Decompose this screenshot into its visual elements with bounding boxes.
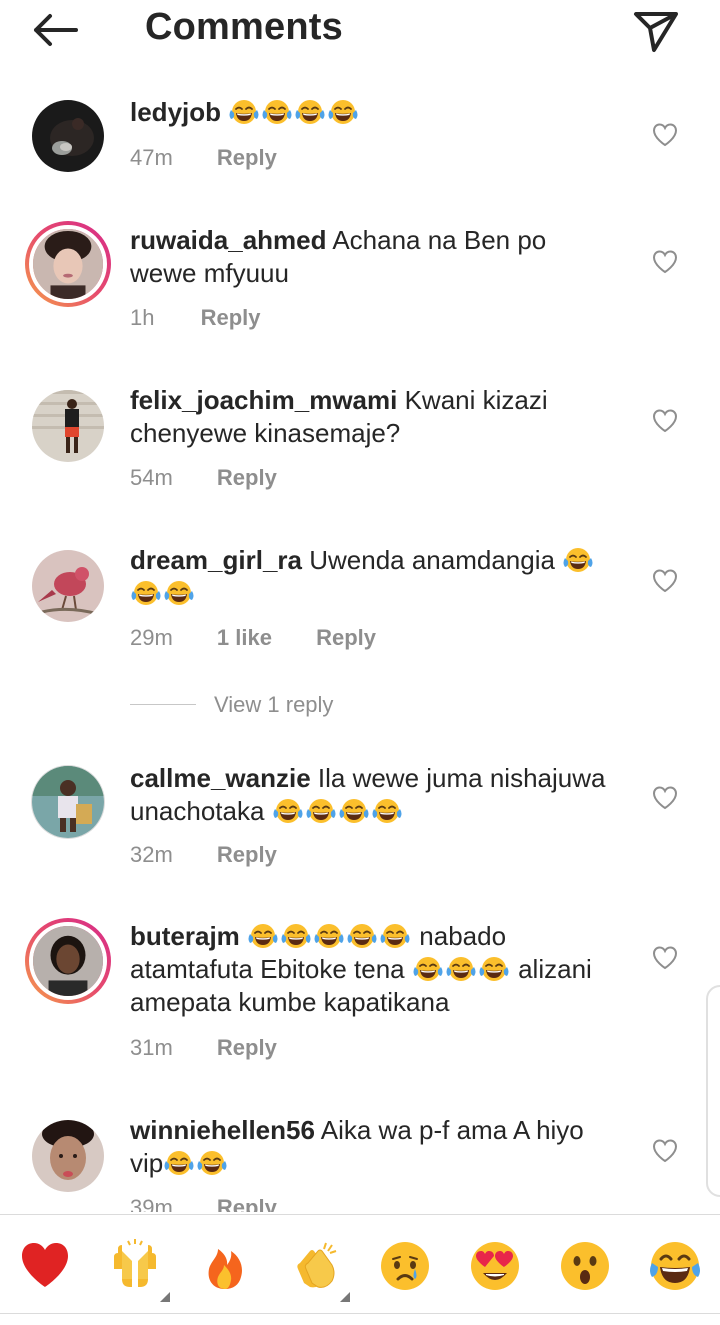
tears-of-joy-icon — [327, 98, 359, 126]
comment-meta: 1h Reply — [130, 303, 261, 333]
tears-of-joy-face-icon[interactable] — [648, 1239, 702, 1293]
tears-of-joy-icon — [294, 98, 326, 126]
avatar[interactable] — [32, 390, 104, 462]
reply-button[interactable]: Reply — [201, 303, 261, 333]
reply-button[interactable]: Reply — [217, 1033, 277, 1063]
comment-meta: 47m Reply — [130, 143, 277, 173]
tears-of-joy-icon — [338, 797, 370, 825]
skin-tone-indicator[interactable] — [340, 1292, 350, 1302]
comment-time: 31m — [130, 1035, 173, 1060]
avatar-with-story-ring[interactable] — [25, 918, 111, 1004]
laughing-emoji-group — [412, 954, 511, 984]
reply-button[interactable]: Reply — [217, 143, 277, 173]
comment-text: felix_joachim_mwami Kwani kizazi chenyew… — [130, 384, 610, 450]
tears-of-joy-icon — [478, 955, 510, 983]
divider-line — [130, 704, 196, 705]
skin-tone-indicator[interactable] — [160, 1292, 170, 1302]
tears-of-joy-icon — [305, 797, 337, 825]
laughing-emoji-group — [272, 796, 404, 826]
tears-of-joy-icon — [130, 579, 162, 607]
tears-of-joy-icon — [562, 546, 594, 574]
comment-time: 54m — [130, 465, 173, 490]
comment-text: dream_girl_ra Uwenda anamdangia — [130, 544, 610, 610]
comment-username[interactable]: felix_joachim_mwami — [130, 385, 397, 415]
reply-button[interactable]: Reply — [217, 463, 277, 493]
paper-plane-icon[interactable] — [630, 6, 682, 54]
tears-of-joy-icon — [412, 955, 444, 983]
like-heart-icon[interactable] — [652, 122, 678, 148]
crying-face-icon[interactable] — [378, 1239, 432, 1293]
tears-of-joy-icon — [247, 922, 279, 950]
reply-button[interactable]: Reply — [217, 1193, 277, 1212]
back-arrow-icon[interactable] — [26, 8, 86, 52]
comment-text: callme_wanzie Ila wewe juma nishajuwa un… — [130, 762, 610, 828]
reply-button[interactable]: Reply — [217, 840, 277, 870]
comment-meta: 29m 1 like Reply — [130, 623, 376, 653]
comment-text: winniehellen56 Aika wa p-f ama A hiyo vi… — [130, 1114, 610, 1180]
avatar-with-story-ring[interactable] — [25, 221, 111, 307]
like-heart-icon[interactable] — [652, 945, 678, 971]
tears-of-joy-icon — [313, 922, 345, 950]
like-heart-icon[interactable] — [652, 249, 678, 275]
tears-of-joy-icon — [346, 922, 378, 950]
top-bar: Comments — [0, 0, 720, 62]
comment-username[interactable]: ruwaida_ahmed — [130, 225, 327, 255]
page-title: Comments — [145, 6, 343, 48]
quick-reactions-bar — [0, 1214, 720, 1314]
comment-username[interactable]: buterajm — [130, 921, 240, 951]
scroll-handle[interactable] — [706, 985, 720, 1197]
heart-eyes-face-icon[interactable] — [468, 1239, 522, 1293]
comment-time: 29m — [130, 625, 173, 650]
avatar — [29, 225, 107, 303]
comment-username[interactable]: callme_wanzie — [130, 763, 311, 793]
comment-meta: 39m Reply — [130, 1193, 277, 1212]
avatar — [29, 922, 107, 1000]
comments-list[interactable]: ledyjob 47m Reply ruwaida_ahmed Achana n… — [0, 80, 720, 1212]
raising-hands-icon[interactable] — [108, 1239, 162, 1293]
clapping-hands-icon[interactable] — [288, 1239, 342, 1293]
comment-username[interactable]: dream_girl_ra — [130, 545, 302, 575]
like-heart-icon[interactable] — [652, 408, 678, 434]
tears-of-joy-icon — [196, 1149, 228, 1177]
comment-body: Uwenda anamdangia — [309, 545, 555, 575]
tears-of-joy-icon — [261, 98, 293, 126]
avatar[interactable] — [32, 766, 104, 838]
laughing-emoji-group — [163, 1148, 229, 1178]
comment-meta: 32m Reply — [130, 840, 277, 870]
comment-time: 47m — [130, 145, 173, 170]
avatar[interactable] — [32, 1120, 104, 1192]
tears-of-joy-icon — [445, 955, 477, 983]
laughing-emoji-group — [228, 97, 360, 127]
avatar[interactable] — [32, 550, 104, 622]
tears-of-joy-icon — [272, 797, 304, 825]
tears-of-joy-icon — [163, 1149, 195, 1177]
tears-of-joy-icon — [163, 579, 195, 607]
comment-time: 32m — [130, 842, 173, 867]
tears-of-joy-icon — [280, 922, 312, 950]
comment-username[interactable]: winniehellen56 — [130, 1115, 315, 1145]
red-heart-icon[interactable] — [18, 1239, 72, 1293]
comment-username[interactable]: ledyjob — [130, 97, 221, 127]
comment-time: 39m — [130, 1195, 173, 1212]
laughing-emoji-group — [247, 921, 412, 951]
comment-meta: 31m Reply — [130, 1033, 277, 1063]
reply-button[interactable]: Reply — [316, 623, 376, 653]
tears-of-joy-icon — [228, 98, 260, 126]
fire-icon[interactable] — [198, 1239, 252, 1293]
astonished-face-icon[interactable] — [558, 1239, 612, 1293]
avatar[interactable] — [32, 100, 104, 172]
likes-count[interactable]: 1 like — [217, 623, 272, 653]
comment-time: 1h — [130, 305, 155, 330]
view-replies-label: View 1 reply — [214, 692, 334, 717]
tears-of-joy-icon — [379, 922, 411, 950]
comment-text: ledyjob — [130, 96, 610, 129]
tears-of-joy-icon — [371, 797, 403, 825]
like-heart-icon[interactable] — [652, 568, 678, 594]
like-heart-icon[interactable] — [652, 1138, 678, 1164]
like-heart-icon[interactable] — [652, 785, 678, 811]
comment-text: ruwaida_ahmed Achana na Ben po wewe mfyu… — [130, 224, 610, 290]
comment-text: buterajm nabado atamtafuta Ebitoke tena … — [130, 920, 610, 1019]
comment-meta: 54m Reply — [130, 463, 277, 493]
